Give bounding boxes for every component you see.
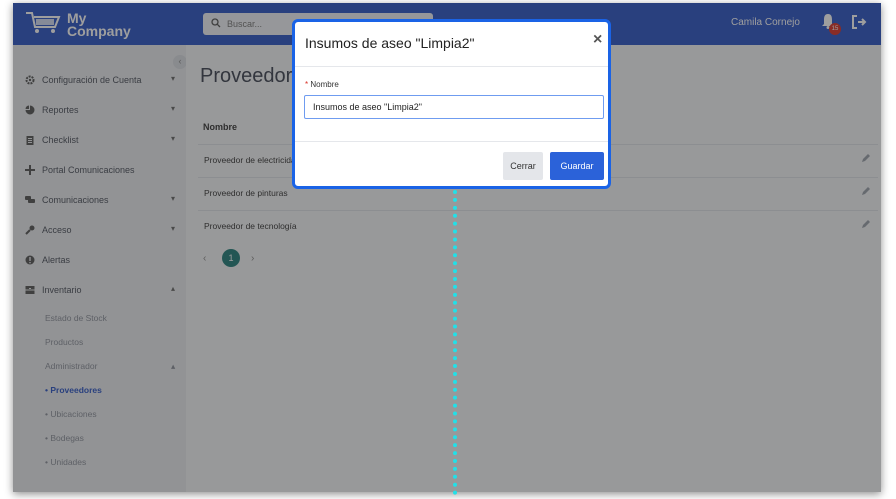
edit-modal: Insumos de aseo "Limpia2" × * Nombre Cer… xyxy=(292,19,611,189)
field-label-nombre: * Nombre xyxy=(305,80,339,89)
modal-divider xyxy=(295,141,608,142)
modal-divider xyxy=(295,66,608,67)
required-mark: * xyxy=(305,80,309,89)
app-window: My Company Camila Cornejo 15 ‹ Configura… xyxy=(13,3,881,492)
close-icon[interactable]: × xyxy=(593,31,602,49)
nombre-input[interactable] xyxy=(304,95,604,119)
field-label-text: Nombre xyxy=(310,80,339,89)
guide-line xyxy=(453,190,457,495)
save-button[interactable]: Guardar xyxy=(550,152,604,180)
cancel-button[interactable]: Cerrar xyxy=(503,152,543,180)
modal-title: Insumos de aseo "Limpia2" xyxy=(305,35,475,51)
